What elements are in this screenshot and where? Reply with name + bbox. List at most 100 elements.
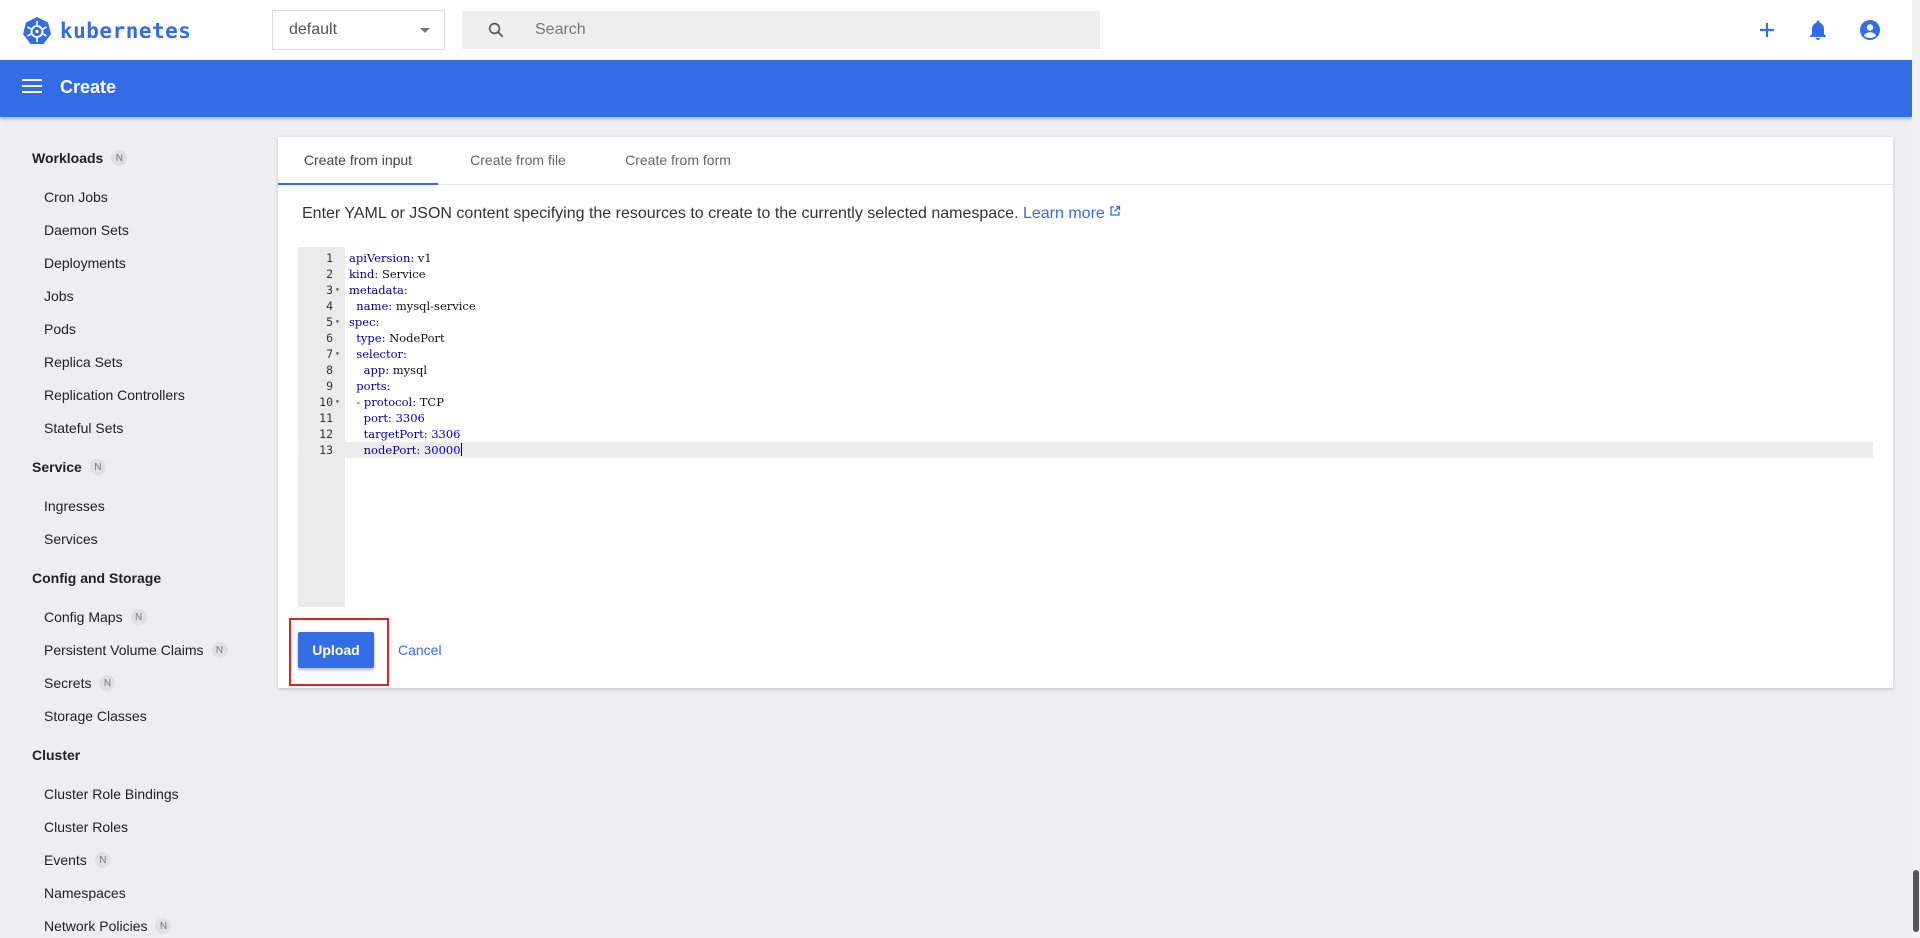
- item-label: Network Policies: [44, 918, 148, 934]
- new-badge: N: [99, 675, 116, 691]
- create-card: Create from input Create from file Creat…: [278, 137, 1893, 688]
- line-number: 6: [326, 331, 333, 345]
- brand-name: kubernetes: [60, 19, 192, 43]
- group-label: Config and Storage: [32, 570, 162, 586]
- sidebar-item-cluster-role-bindings[interactable]: Cluster Role Bindings: [44, 786, 179, 802]
- yaml-value: 3306: [395, 411, 425, 425]
- sidebar-item-jobs[interactable]: Jobs: [44, 288, 74, 304]
- search-input[interactable]: [535, 11, 1075, 49]
- sidebar-item-deployments[interactable]: Deployments: [44, 255, 126, 271]
- line-number: 11: [319, 411, 333, 425]
- yaml-key: app: [349, 363, 386, 377]
- sidebar-group-workloads[interactable]: Workloads N: [32, 150, 128, 166]
- editor-line: 9 ports:: [298, 378, 1873, 394]
- sidebar-group-service[interactable]: Service N: [32, 459, 106, 475]
- sidebar-item-persistent-volume-claims[interactable]: Persistent Volume Claims N: [44, 642, 228, 658]
- kubernetes-logo[interactable]: kubernetes: [22, 16, 191, 46]
- code-text: spec:: [349, 315, 384, 329]
- yaml-value: mysql: [392, 363, 428, 377]
- sidebar-item-replication-controllers[interactable]: Replication Controllers: [44, 387, 185, 403]
- sidebar-group-config-and-storage[interactable]: Config and Storage: [32, 570, 161, 586]
- yaml-value: mysql-service: [395, 299, 476, 313]
- sidebar-nav: Workloads N Cron Jobs Daemon Sets Deploy…: [0, 117, 260, 938]
- yaml-key: nodePort: [349, 443, 417, 457]
- editor-line: 13 nodePort: 30000: [298, 442, 1873, 458]
- top-toolbar: kubernetes default: [0, 0, 1912, 60]
- page-scrollbar[interactable]: [1912, 0, 1920, 938]
- editor-line: 12 targetPort: 3306: [298, 426, 1873, 442]
- sidebar-item-config-maps[interactable]: Config Maps N: [44, 609, 147, 625]
- fold-toggle-icon[interactable]: ▾: [335, 314, 340, 330]
- line-number: 13: [319, 443, 333, 457]
- add-icon[interactable]: [1755, 18, 1779, 42]
- new-badge: N: [94, 852, 111, 868]
- text-cursor: [460, 443, 462, 456]
- new-badge: N: [89, 459, 106, 475]
- sidebar-item-events[interactable]: Events N: [44, 852, 111, 868]
- namespace-value: default: [289, 21, 338, 38]
- yaml-key: apiVersion: [349, 251, 411, 265]
- yaml-value: 3306: [431, 427, 461, 441]
- account-circle-icon[interactable]: [1858, 18, 1882, 42]
- learn-more-link[interactable]: Learn more: [1023, 205, 1121, 222]
- sidebar-item-cron-jobs[interactable]: Cron Jobs: [44, 189, 108, 205]
- line-number: 3: [326, 283, 333, 297]
- editor-line: 10 ▾ - protocol: TCP: [298, 394, 1873, 410]
- notifications-bell-icon[interactable]: [1806, 18, 1830, 42]
- code-text: ports:: [349, 379, 395, 393]
- editor-line: 6 type: NodePort: [298, 330, 1873, 346]
- fold-toggle-icon[interactable]: ▾: [335, 394, 340, 410]
- sidebar-item-namespaces[interactable]: Namespaces: [44, 885, 126, 901]
- sidebar-group-cluster[interactable]: Cluster: [32, 747, 80, 763]
- new-badge: N: [155, 918, 172, 934]
- editor-line: 11 port: 3306: [298, 410, 1873, 426]
- sidebar-item-storage-classes[interactable]: Storage Classes: [44, 708, 147, 724]
- page-title: Create: [60, 77, 117, 97]
- scrollbar-thumb[interactable]: [1913, 870, 1919, 932]
- sidebar-item-secrets[interactable]: Secrets N: [44, 675, 116, 691]
- description-text: Enter YAML or JSON content specifying th…: [302, 205, 1019, 222]
- sidebar-item-daemon-sets[interactable]: Daemon Sets: [44, 222, 129, 238]
- editor-line: 1 apiVersion: v1: [298, 250, 1873, 266]
- search-bar: [462, 11, 1100, 49]
- learn-more-label: Learn more: [1022, 205, 1105, 222]
- namespace-select[interactable]: default: [272, 10, 445, 50]
- group-label: Cluster: [32, 747, 81, 763]
- sidebar-item-stateful-sets[interactable]: Stateful Sets: [44, 420, 123, 436]
- sidebar-item-cluster-roles[interactable]: Cluster Roles: [44, 819, 128, 835]
- line-number: 8: [326, 363, 333, 377]
- code-text: type: NodePort: [349, 331, 445, 345]
- code-text: port: 3306: [349, 411, 425, 425]
- new-badge: N: [111, 150, 128, 166]
- fold-toggle-icon[interactable]: ▾: [335, 346, 340, 362]
- external-link-icon: [1110, 205, 1120, 216]
- sidebar-item-network-policies[interactable]: Network Policies N: [44, 918, 172, 934]
- code-text: metadata:: [349, 283, 412, 297]
- cancel-button[interactable]: Cancel: [392, 632, 448, 668]
- line-number: 12: [319, 427, 333, 441]
- tab-create-from-file[interactable]: Create from file: [438, 137, 598, 185]
- upload-button[interactable]: Upload: [298, 632, 374, 668]
- tab-create-from-form[interactable]: Create from form: [598, 137, 758, 185]
- code-text: selector:: [349, 347, 411, 361]
- yaml-value: NodePort: [389, 331, 445, 345]
- editor-line: 4 name: mysql-service: [298, 298, 1873, 314]
- yaml-editor[interactable]: 1 apiVersion: v1 2 kind: Service 3 ▾ metadata:…: [298, 247, 1873, 607]
- fold-toggle-icon[interactable]: ▾: [335, 282, 340, 298]
- editor-line: 7 ▾ selector:: [298, 346, 1873, 362]
- tab-create-from-input[interactable]: Create from input: [278, 137, 438, 185]
- yaml-key: ports: [349, 379, 387, 393]
- yaml-key: selector: [349, 347, 403, 361]
- sidebar-item-pods[interactable]: Pods: [44, 321, 76, 337]
- new-badge: N: [211, 642, 228, 658]
- group-label: Workloads: [32, 150, 104, 166]
- line-number: 5: [326, 315, 333, 329]
- sidebar-item-ingresses[interactable]: Ingresses: [44, 498, 105, 514]
- sidebar-item-replica-sets[interactable]: Replica Sets: [44, 354, 123, 370]
- menu-icon[interactable]: [22, 79, 42, 97]
- sidebar-item-services[interactable]: Services: [44, 531, 98, 547]
- line-number: 1: [326, 251, 333, 265]
- yaml-key: protocol: [363, 395, 413, 409]
- yaml-key: port: [349, 411, 389, 425]
- search-icon: [488, 22, 504, 38]
